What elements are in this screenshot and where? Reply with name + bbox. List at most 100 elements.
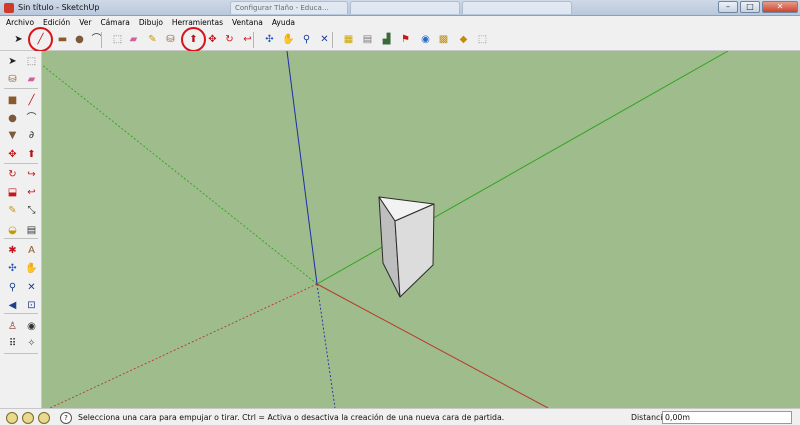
push-pull-tool-button[interactable]: ⬆ bbox=[24, 147, 39, 162]
select-tool-button[interactable]: ➤ bbox=[5, 54, 20, 69]
offset-icon: ↩ bbox=[243, 33, 252, 45]
tape-measure-tool-button[interactable]: ✎ bbox=[5, 203, 20, 218]
section-plane-icon: ✧ bbox=[27, 337, 36, 349]
freehand-tool-button[interactable]: ∂ bbox=[24, 128, 39, 143]
pan-tool-button[interactable]: ✋ bbox=[24, 261, 39, 276]
move-icon: ✥ bbox=[8, 148, 17, 160]
photo-icon: ▟ bbox=[382, 33, 391, 45]
toolbar-separator bbox=[4, 313, 38, 314]
select-tool-button[interactable]: ➤ bbox=[11, 32, 26, 47]
orbit-tool-button[interactable]: ✣ bbox=[262, 32, 277, 47]
rotate-tool-button[interactable]: ↻ bbox=[5, 167, 20, 182]
dimension-tool-button[interactable]: ⤡ bbox=[24, 203, 39, 218]
user-icon[interactable] bbox=[38, 412, 50, 424]
pan-tool-button[interactable]: ✋ bbox=[281, 32, 296, 47]
menu-dibujo[interactable]: Dibujo bbox=[139, 18, 163, 27]
background-window-tab[interactable] bbox=[462, 1, 572, 14]
background-window-tab[interactable] bbox=[350, 1, 460, 14]
title-bar: Sin título - SketchUp Configurar Tlaño -… bbox=[0, 0, 800, 16]
pencil-icon: ╱ bbox=[37, 33, 44, 45]
scale-icon: ⬓ bbox=[7, 186, 18, 198]
zoom-tool-button[interactable]: ⚲ bbox=[5, 280, 20, 295]
move-tool-button[interactable]: ✥ bbox=[205, 32, 220, 47]
component-icon: ⬚ bbox=[112, 33, 123, 45]
make-component-tool-button[interactable]: ⬚ bbox=[24, 54, 39, 69]
follow-me-icon: ↪ bbox=[27, 168, 36, 180]
menu-ayuda[interactable]: Ayuda bbox=[272, 18, 295, 27]
photo-textures-tool-button[interactable]: ▩ bbox=[436, 32, 451, 47]
green-axis bbox=[316, 51, 729, 285]
menu-camara[interactable]: Cámara bbox=[100, 18, 129, 27]
axes-tool-button[interactable]: ✱ bbox=[5, 243, 20, 258]
rotate-tool-button[interactable]: ↻ bbox=[222, 32, 237, 47]
camera-icon: ▩ bbox=[438, 33, 449, 45]
line-tool-button[interactable]: ╱ bbox=[24, 93, 39, 108]
zoom-extents-tool-button[interactable]: ✕ bbox=[24, 280, 39, 295]
prism-front-face[interactable] bbox=[394, 203, 435, 298]
share-model-tool-button[interactable]: ▤ bbox=[360, 32, 375, 47]
geo-icon[interactable] bbox=[6, 412, 18, 424]
scale-tool-button[interactable]: ⬓ bbox=[5, 185, 20, 200]
arrow-icon: ➤ bbox=[14, 33, 23, 45]
menu-ventana[interactable]: Ventana bbox=[232, 18, 263, 27]
menu-edicion[interactable]: Edición bbox=[43, 18, 70, 27]
move-tool-button[interactable]: ✥ bbox=[5, 147, 20, 162]
previous-view-tool-button[interactable]: ◀ bbox=[5, 298, 20, 313]
add-location-tool-button[interactable]: ⚑ bbox=[398, 32, 413, 47]
circle-tool-button[interactable]: ● bbox=[72, 32, 87, 47]
eraser-tool-button[interactable]: ▰ bbox=[24, 72, 39, 87]
toggle-terrain-tool-button[interactable]: ◉ bbox=[418, 32, 433, 47]
red-axis-negative bbox=[49, 283, 318, 408]
eraser-tool-button[interactable]: ▰ bbox=[126, 32, 141, 47]
walk-tool-button[interactable]: ⠿ bbox=[5, 336, 20, 351]
send-to-layout-tool-button[interactable]: ⬚ bbox=[475, 32, 490, 47]
scene-canvas[interactable] bbox=[42, 51, 800, 408]
push-pull-tool-button[interactable]: ⬆ bbox=[186, 32, 201, 47]
offset-tool-button[interactable]: ↩ bbox=[24, 185, 39, 200]
orbit-tool-button[interactable]: ✣ bbox=[5, 261, 20, 276]
zoom-tool-button[interactable]: ⚲ bbox=[299, 32, 314, 47]
protractor-tool-button[interactable]: ◒ bbox=[5, 223, 20, 238]
toolbar-separator bbox=[4, 238, 38, 239]
drawing-viewport[interactable] bbox=[42, 51, 800, 408]
line-tool-button[interactable]: ╱ bbox=[33, 32, 48, 47]
polygon-tool-button[interactable]: ▼ bbox=[5, 128, 20, 143]
text-tool-button[interactable]: ▤ bbox=[24, 223, 39, 238]
arc-tool-button[interactable]: ⌒ bbox=[24, 111, 39, 126]
credits-icon[interactable] bbox=[22, 412, 34, 424]
green-axis-negative bbox=[42, 64, 318, 285]
menu-herramientas[interactable]: Herramientas bbox=[172, 18, 223, 27]
orbit-icon: ✣ bbox=[265, 33, 274, 45]
maximize-button[interactable]: □ bbox=[740, 1, 760, 13]
section-plane-tool-button[interactable]: ✧ bbox=[24, 336, 39, 351]
position-camera-tool-button[interactable]: ♙ bbox=[5, 319, 20, 334]
circle-tool-button[interactable]: ● bbox=[5, 111, 20, 126]
zoom-extents-tool-button[interactable]: ✕ bbox=[317, 32, 332, 47]
follow-me-tool-button[interactable]: ↪ bbox=[24, 167, 39, 182]
dimension-icon: ⤡ bbox=[27, 204, 36, 216]
minimize-button[interactable]: – bbox=[718, 1, 738, 13]
get-models-tool-button[interactable]: ▦ bbox=[341, 32, 356, 47]
arc-icon: ⌒ bbox=[91, 33, 102, 45]
help-icon[interactable]: ? bbox=[60, 412, 72, 424]
3d-text-tool-button[interactable]: A bbox=[24, 243, 39, 258]
paint-bucket-tool-button[interactable]: ⛁ bbox=[163, 32, 178, 47]
zoom-window-tool-button[interactable]: ⊡ bbox=[24, 298, 39, 313]
rectangle-tool-button[interactable]: ■ bbox=[5, 93, 20, 108]
circle-icon: ● bbox=[8, 112, 17, 124]
toolbar-separator bbox=[253, 32, 254, 48]
background-window-tab[interactable]: Configurar Tlaño - Educa… bbox=[230, 1, 348, 14]
tape-measure-tool-button[interactable]: ✎ bbox=[145, 32, 160, 47]
rectangle-tool-button[interactable]: ▬ bbox=[55, 32, 70, 47]
paint-bucket-tool-button[interactable]: ⛁ bbox=[5, 72, 20, 87]
measurement-input[interactable]: 0,00m bbox=[662, 411, 792, 424]
get-photo-texture-tool-button[interactable]: ▟ bbox=[379, 32, 394, 47]
look-around-tool-button[interactable]: ◉ bbox=[24, 319, 39, 334]
rotate-icon: ↻ bbox=[225, 33, 234, 45]
extension-warehouse-tool-button[interactable]: ◆ bbox=[456, 32, 471, 47]
make-component-tool-button[interactable]: ⬚ bbox=[110, 32, 125, 47]
menu-archivo[interactable]: Archivo bbox=[6, 18, 34, 27]
close-button[interactable]: ✕ bbox=[762, 1, 798, 13]
menu-ver[interactable]: Ver bbox=[79, 18, 91, 27]
hand-icon: ✋ bbox=[282, 33, 295, 45]
